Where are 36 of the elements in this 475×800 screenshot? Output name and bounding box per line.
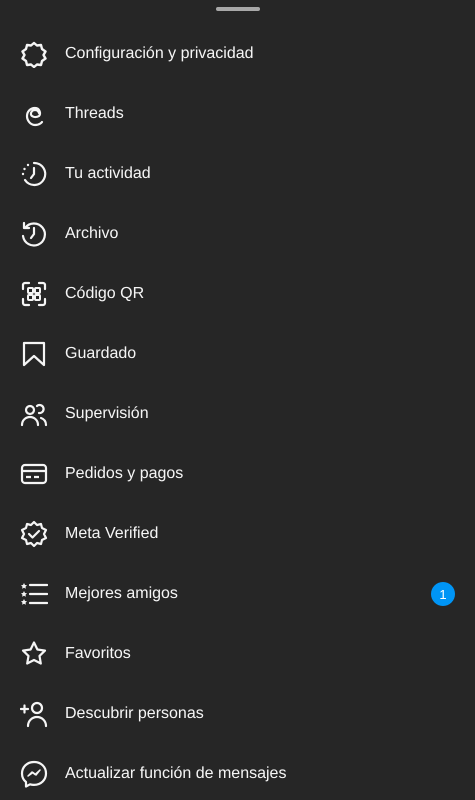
menu-label: Actualizar función de mensajes	[65, 765, 288, 783]
menu-item[interactable]: Guardado	[0, 324, 475, 384]
menu-label: Favoritos	[65, 645, 132, 663]
menu-item[interactable]: Descubrir personas	[0, 684, 475, 744]
bookmark-icon	[20, 340, 48, 368]
menu-label: Descubrir personas	[65, 705, 205, 723]
messenger-icon	[20, 760, 48, 788]
menu-label: Archivo	[65, 225, 120, 243]
drag-handle[interactable]	[216, 7, 260, 11]
menu-label: Configuración y privacidad	[65, 45, 255, 63]
menu-item[interactable]: Threads	[0, 84, 475, 144]
menu-item[interactable]: Pedidos y pagos	[0, 444, 475, 504]
history-icon	[20, 220, 48, 248]
qr-code-icon	[20, 280, 48, 308]
menu-label: Pedidos y pagos	[65, 465, 184, 483]
menu-item[interactable]: Archivo	[0, 204, 475, 264]
menu-item[interactable]: Configuración y privacidad	[0, 24, 475, 84]
menu-item[interactable]: Tu actividad	[0, 144, 475, 204]
verified-badge-icon	[20, 520, 48, 548]
add-person-icon	[20, 700, 48, 728]
menu-item[interactable]: Meta Verified	[0, 504, 475, 564]
menu-item[interactable]: Supervisión	[0, 384, 475, 444]
menu-item[interactable]: Actualizar función de mensajes	[0, 744, 475, 800]
menu-label: Código QR	[65, 285, 146, 303]
menu-label: Tu actividad	[65, 165, 152, 183]
menu-label: Mejores amigos	[65, 585, 179, 603]
menu-label: Supervisión	[65, 405, 150, 423]
menu-item[interactable]: Favoritos	[0, 624, 475, 684]
menu-label: Guardado	[65, 345, 138, 363]
menu-item[interactable]: Código QR	[0, 264, 475, 324]
menu-item[interactable]: Mejores amigos 1	[0, 564, 475, 624]
menu-label: Threads	[65, 105, 125, 123]
settings-icon	[20, 40, 48, 68]
clock-icon	[20, 160, 48, 188]
count-badge: 1	[431, 582, 455, 606]
menu-label: Meta Verified	[65, 525, 160, 543]
